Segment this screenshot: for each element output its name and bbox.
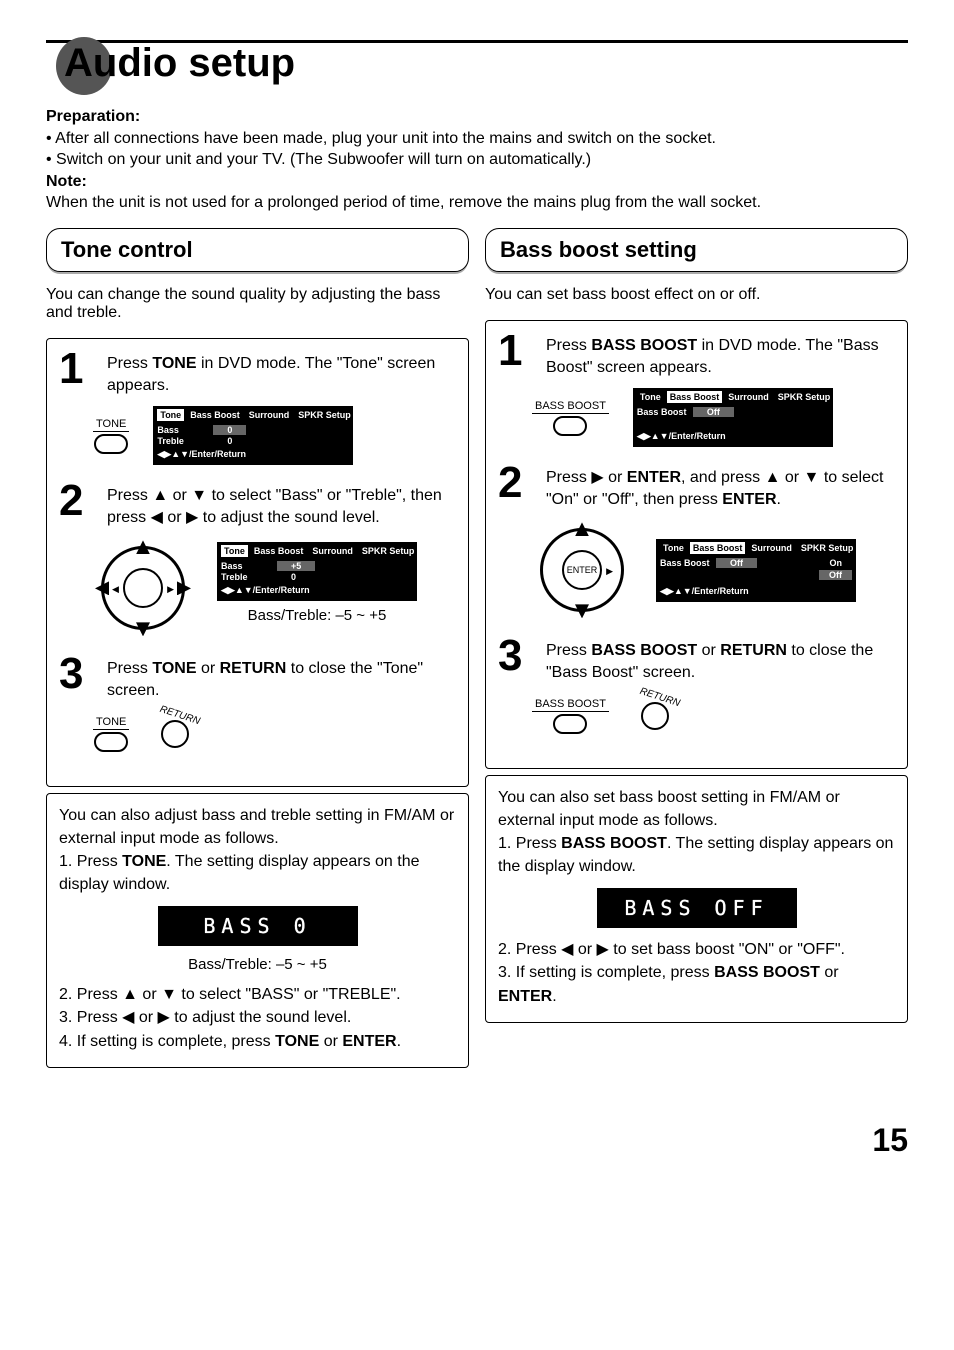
- bass-osd-1: Tone Bass Boost Surround SPKR Setup Bass…: [633, 388, 833, 447]
- preparation-line-1: • After all connections have been made, …: [46, 128, 908, 150]
- tone-step1-text: Press TONE in DVD mode. The "Tone" scree…: [107, 349, 456, 396]
- bass-follow-p3: 2. Press ◀ or ▶ to set bass boost "ON" o…: [498, 938, 895, 961]
- tone-osd-1: Tone Bass Boost Surround SPKR Setup Bass…: [153, 406, 353, 465]
- bass-follow-p4: 3. If setting is complete, press BASS BO…: [498, 961, 895, 1007]
- tone-step3-text: Press TONE or RETURN to close the "Tone"…: [107, 654, 456, 701]
- tone-follow-p3: 2. Press ▲ or ▼ to select "BASS" or "TRE…: [59, 983, 456, 1006]
- bass-step1-text: Press BASS BOOST in DVD mode. The "Bass …: [546, 331, 895, 378]
- bass-follow-p1: You can also set bass boost setting in F…: [498, 786, 895, 832]
- step-number-2: 2: [59, 481, 95, 521]
- tone-follow-p1: You can also adjust bass and treble sett…: [59, 804, 456, 850]
- bass-step2-text: Press ▶ or ENTER, and press ▲ or ▼ to se…: [546, 463, 895, 510]
- tone-follow-p5: 4. If setting is complete, press TONE or…: [59, 1030, 456, 1053]
- tone-follow-range: Bass/Treble: –5 ~ +5: [59, 956, 456, 973]
- preparation-heading: Preparation:: [46, 106, 908, 128]
- step-number-1: 1: [498, 331, 534, 371]
- tone-follow-p4: 3. Press ◀ or ▶ to adjust the sound leve…: [59, 1006, 456, 1029]
- osd-tab-tone: Tone: [157, 409, 184, 421]
- note-heading: Note:: [46, 171, 908, 193]
- page-title: Audio setup: [46, 41, 908, 86]
- tone-osd-2: Tone Bass Boost Surround SPKR Setup Bass…: [217, 542, 417, 601]
- osd-tab-surround: Surround: [246, 409, 293, 421]
- osd-tab-bassboost: Bass Boost: [187, 409, 243, 421]
- bass-boost-heading: Bass boost setting: [485, 228, 908, 272]
- tone-button-icon: TONE: [93, 418, 129, 454]
- bass-follow-p2: 1. Press BASS BOOST. The setting display…: [498, 832, 895, 878]
- return-button-icon: RETURN: [633, 694, 677, 738]
- tone-control-lead: You can change the sound quality by adju…: [46, 286, 469, 322]
- bass-boost-button-label: BASS BOOST: [532, 400, 609, 414]
- step-number-3: 3: [59, 654, 95, 694]
- page-number: 15: [46, 1122, 908, 1159]
- bass-boost-button-icon-2: BASS BOOST: [532, 698, 609, 734]
- step-number-1: 1: [59, 349, 95, 389]
- bass-step3-text: Press BASS BOOST or RETURN to close the …: [546, 636, 895, 683]
- page-title-bar: Audio setup: [46, 40, 908, 88]
- preparation-line-2: • Switch on your unit and your TV. (The …: [46, 149, 908, 171]
- bass-display-window: BASS OFF: [597, 888, 797, 928]
- bass-boost-lead: You can set bass boost effect on or off.: [485, 286, 908, 304]
- tone-steps-box: 1 Press TONE in DVD mode. The "Tone" scr…: [46, 338, 469, 787]
- step-number-3: 3: [498, 636, 534, 676]
- bass-steps-box: 1 Press BASS BOOST in DVD mode. The "Bas…: [485, 320, 908, 769]
- intro-block: Preparation: • After all connections hav…: [46, 106, 908, 214]
- dpad-icon: ◀▶: [93, 538, 193, 638]
- tone-step2-text: Press ▲ or ▼ to select "Bass" or "Treble…: [107, 481, 456, 528]
- bass-boost-button-icon: BASS BOOST: [532, 400, 609, 436]
- tone-button-icon-2: TONE: [93, 716, 129, 752]
- tone-follow-p2: 1. Press TONE. The setting display appea…: [59, 850, 456, 896]
- bass-boost-column: Bass boost setting You can set bass boos…: [485, 228, 908, 1074]
- tone-control-column: Tone control You can change the sound qu…: [46, 228, 469, 1074]
- tone-button-label: TONE: [93, 418, 129, 432]
- note-line: When the unit is not used for a prolonge…: [46, 192, 908, 214]
- tone-range: Bass/Treble: –5 ~ +5: [217, 607, 417, 624]
- bass-osd-2: Tone Bass Boost Surround SPKR Setup Bass…: [656, 539, 856, 602]
- tone-control-heading: Tone control: [46, 228, 469, 272]
- osd-tab-spkr: SPKR Setup: [295, 409, 354, 421]
- return-button-icon: RETURN: [153, 712, 197, 756]
- bass-follow-box: You can also set bass boost setting in F…: [485, 775, 908, 1023]
- dpad-enter-icon: ENTER ▶: [532, 520, 632, 620]
- step-number-2: 2: [498, 463, 534, 503]
- tone-display-window: BASS 0: [158, 906, 358, 946]
- tone-follow-box: You can also adjust bass and treble sett…: [46, 793, 469, 1068]
